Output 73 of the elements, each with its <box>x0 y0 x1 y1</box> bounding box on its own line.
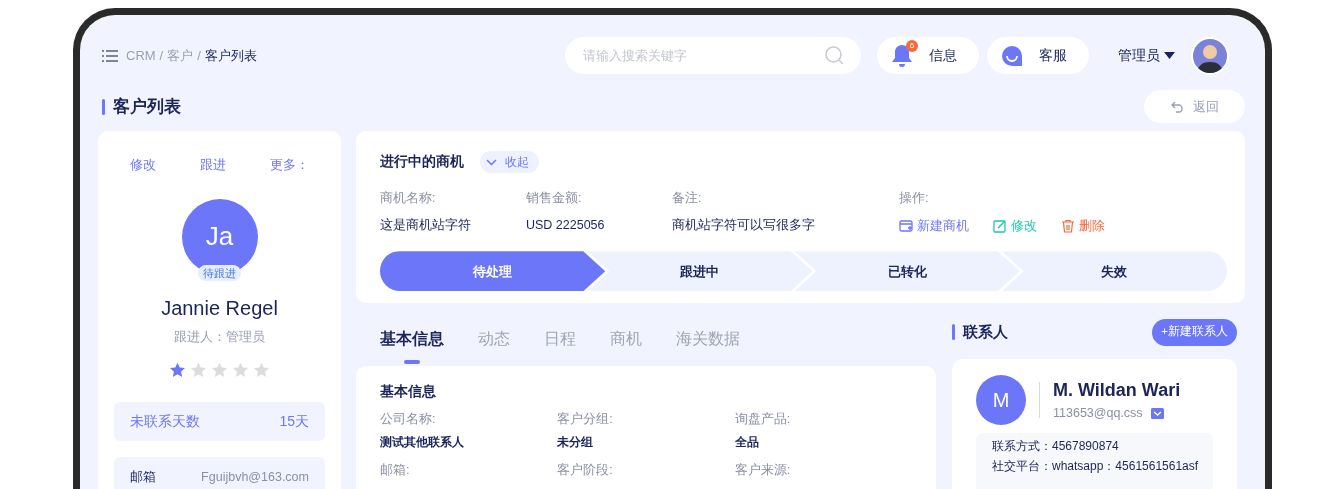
breadcrumb-separator: / <box>159 46 164 65</box>
email-label: 邮箱 <box>130 468 156 487</box>
section-title: 进行中的商机 <box>380 152 464 171</box>
star-icon[interactable] <box>232 362 249 378</box>
chat-bubble-icon[interactable] <box>1000 44 1023 67</box>
field-value: 全品 <box>734 434 760 451</box>
contact-detail: 联系方式：4567890874 <box>992 438 1120 455</box>
field-label: 询盘产品: <box>734 411 792 429</box>
pipeline-stage[interactable]: 失效 <box>1001 251 1227 292</box>
menu-icon[interactable] <box>102 49 118 62</box>
field-value: 商机站字符可以写很多字 <box>672 216 816 234</box>
field-label: 邮箱: <box>380 462 411 479</box>
contact-detail: 社交平台：whatsapp：4561561561asf <box>992 458 1197 475</box>
tab[interactable]: 基本信息 <box>380 322 444 364</box>
page-title: 客户列表 <box>113 95 181 118</box>
field-label: 销售金额: <box>526 190 583 207</box>
tab[interactable]: 日程 <box>544 322 576 364</box>
return-arrow-icon <box>1170 100 1185 113</box>
field-label: 备注: <box>672 190 703 207</box>
customer-action-link[interactable]: 修改 <box>130 155 156 175</box>
contact-name: M. Wildan Wari <box>1053 379 1181 403</box>
star-icon[interactable] <box>190 362 207 378</box>
tab[interactable]: 动态 <box>478 322 510 364</box>
pipeline-stage[interactable]: 跟进中 <box>587 251 813 292</box>
field-label: 客户分组: <box>557 411 614 429</box>
breadcrumb-link[interactable]: 客户 <box>167 45 194 66</box>
field-label: 公司名称: <box>380 411 437 429</box>
support-button[interactable]: 客服 <box>986 37 1089 74</box>
section-title: 联系人 <box>963 321 1008 342</box>
chevron-down-icon <box>486 158 497 166</box>
customer-action-link[interactable]: 更多： <box>270 155 309 175</box>
field-label: 客户来源: <box>734 462 792 479</box>
bell-icon[interactable] <box>890 43 913 68</box>
breadcrumb-current: 客户列表 <box>204 46 257 65</box>
envelope-icon[interactable] <box>1150 408 1164 419</box>
email-value: Fguijbvh@163.com <box>201 468 309 486</box>
star-icon[interactable] <box>211 362 228 378</box>
field-label: 客户阶段: <box>557 462 614 479</box>
contact-avatar: M <box>976 375 1026 425</box>
collapse-button[interactable]: 收起 <box>480 151 539 173</box>
section-title: 基本信息 <box>380 383 437 401</box>
back-button[interactable]: 返回 <box>1144 90 1245 123</box>
breadcrumb-separator: / <box>197 46 201 65</box>
stat-label: 未联系天数 <box>130 412 200 431</box>
customer-action-link[interactable]: 跟进 <box>200 155 226 175</box>
pipeline-stage[interactable]: 待处理 <box>380 251 606 292</box>
field-value: 这是商机站字符 <box>380 216 472 234</box>
pipeline-stage[interactable]: 已转化 <box>794 251 1020 292</box>
caret-icon[interactable] <box>1164 52 1175 59</box>
messages-button[interactable]: 6 信息 <box>876 37 979 74</box>
star-icon[interactable] <box>169 362 186 378</box>
field-value: 未分组 <box>557 434 595 451</box>
stat-value: 15天 <box>279 412 309 431</box>
follower-text: 跟进人：管理员 <box>174 327 265 346</box>
tab[interactable]: 商机 <box>610 322 642 364</box>
tab[interactable]: 海关数据 <box>676 322 740 364</box>
field-label: 商机名称: <box>380 190 437 207</box>
edit-icon <box>993 218 1007 233</box>
user-name[interactable]: 管理员 <box>1118 45 1160 66</box>
notification-count: 6 <box>905 39 918 52</box>
delete-opportunity-button[interactable]: 删除 <box>1061 215 1105 236</box>
user-avatar[interactable] <box>1191 36 1229 75</box>
field-value: 测试其他联系人 <box>380 434 465 451</box>
trash-icon <box>1061 218 1075 233</box>
edit-opportunity-button[interactable]: 修改 <box>993 215 1037 236</box>
contact-email: 113653@qq.css <box>1053 405 1143 423</box>
create-opportunity-button[interactable]: 新建商机 <box>899 215 969 236</box>
customer-name: Jannie Regel <box>161 295 278 321</box>
field-value: USD 2225056 <box>526 216 606 234</box>
star-icon[interactable] <box>253 362 270 378</box>
breadcrumb-link[interactable]: CRM <box>126 45 156 66</box>
field-label: 操作: <box>899 190 930 207</box>
add-contact-button[interactable]: +新建联系人 <box>1152 318 1237 346</box>
